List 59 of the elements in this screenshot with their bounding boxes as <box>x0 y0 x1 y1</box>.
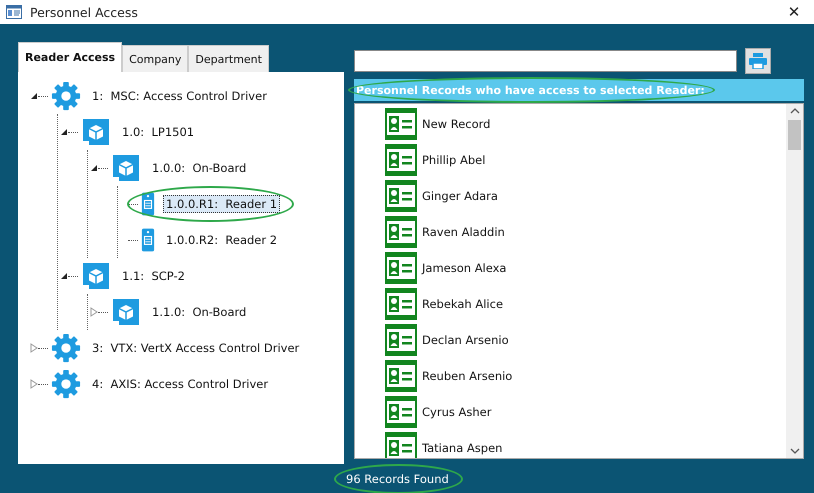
record-name[interactable]: Rebekah Alice <box>422 297 504 311</box>
board-icon <box>81 117 111 147</box>
search-field[interactable] <box>354 50 737 72</box>
expand-toggle[interactable] <box>60 272 68 280</box>
window-title: Personnel Access <box>30 4 139 20</box>
tab[interactable]: Department <box>188 45 269 72</box>
tree-node-label[interactable]: 1.1: SCP-2 <box>119 267 188 285</box>
record-name[interactable]: Cyrus Asher <box>422 405 492 419</box>
record-name[interactable]: Raven Aladdin <box>422 225 505 239</box>
printer-icon <box>749 53 767 69</box>
expand-toggle[interactable] <box>30 343 38 353</box>
board-icon <box>111 153 141 183</box>
expand-toggle[interactable] <box>90 307 98 317</box>
record-name[interactable]: Phillip Abel <box>422 153 486 167</box>
expand-toggle[interactable] <box>90 164 98 172</box>
contact-card-icon <box>385 216 417 248</box>
scroll-thumb[interactable] <box>788 120 801 150</box>
scroll-up-icon[interactable] <box>790 108 800 114</box>
tree-node-label[interactable]: 1.0.0.R2: Reader 2 <box>163 231 280 249</box>
tree-node-label[interactable]: 3: VTX: VertX Access Control Driver <box>89 339 302 357</box>
board-icon <box>111 297 141 327</box>
scrollbar[interactable] <box>786 104 803 458</box>
contact-card-icon <box>385 396 417 428</box>
tree-node-label[interactable]: 4: AXIS: Access Control Driver <box>89 375 272 393</box>
expand-toggle[interactable] <box>30 379 38 389</box>
tree-node-label[interactable]: 1.0: LP1501 <box>119 123 198 141</box>
close-button[interactable]: ✕ <box>774 0 814 24</box>
records-count: 96 Records Found <box>346 472 449 486</box>
expand-toggle[interactable] <box>30 92 38 100</box>
record-name[interactable]: New Record <box>422 117 490 131</box>
board-icon <box>81 261 111 291</box>
print-button[interactable] <box>745 48 771 74</box>
contact-card-icon <box>385 360 417 392</box>
tree-node-label[interactable]: 1.1.0: On-Board <box>149 303 250 321</box>
tree-node-label[interactable]: 1: MSC: Access Control Driver <box>89 87 270 105</box>
contact-card-icon <box>385 324 417 356</box>
list-header: Personnel Records who have access to selected Reader: <box>356 84 705 97</box>
expand-toggle[interactable] <box>60 128 68 136</box>
record-name[interactable]: Tatiana Aspen <box>422 441 502 455</box>
tab[interactable]: Company <box>122 45 188 72</box>
contact-card-icon <box>385 180 417 212</box>
gear-icon <box>51 81 81 111</box>
record-name[interactable]: Declan Arsenio <box>422 333 509 347</box>
contact-card-icon <box>385 144 417 176</box>
app-icon <box>6 5 22 19</box>
record-name[interactable]: Reuben Arsenio <box>422 369 512 383</box>
contact-card-icon <box>385 108 417 140</box>
gear-icon <box>51 333 81 363</box>
card-reader-icon <box>141 227 155 253</box>
tree-node-label[interactable]: 1.0.0.R1: Reader 1 <box>163 195 280 213</box>
contact-card-icon <box>385 252 417 284</box>
scroll-down-icon[interactable] <box>790 448 800 454</box>
gear-icon <box>51 369 81 399</box>
contact-card-icon <box>385 288 417 320</box>
card-reader-icon <box>141 191 155 217</box>
tab[interactable]: Reader Access <box>18 42 122 72</box>
tree-node-label[interactable]: 1.0.0: On-Board <box>149 159 250 177</box>
record-name[interactable]: Ginger Adara <box>422 189 498 203</box>
record-name[interactable]: Jameson Alexa <box>422 261 506 275</box>
